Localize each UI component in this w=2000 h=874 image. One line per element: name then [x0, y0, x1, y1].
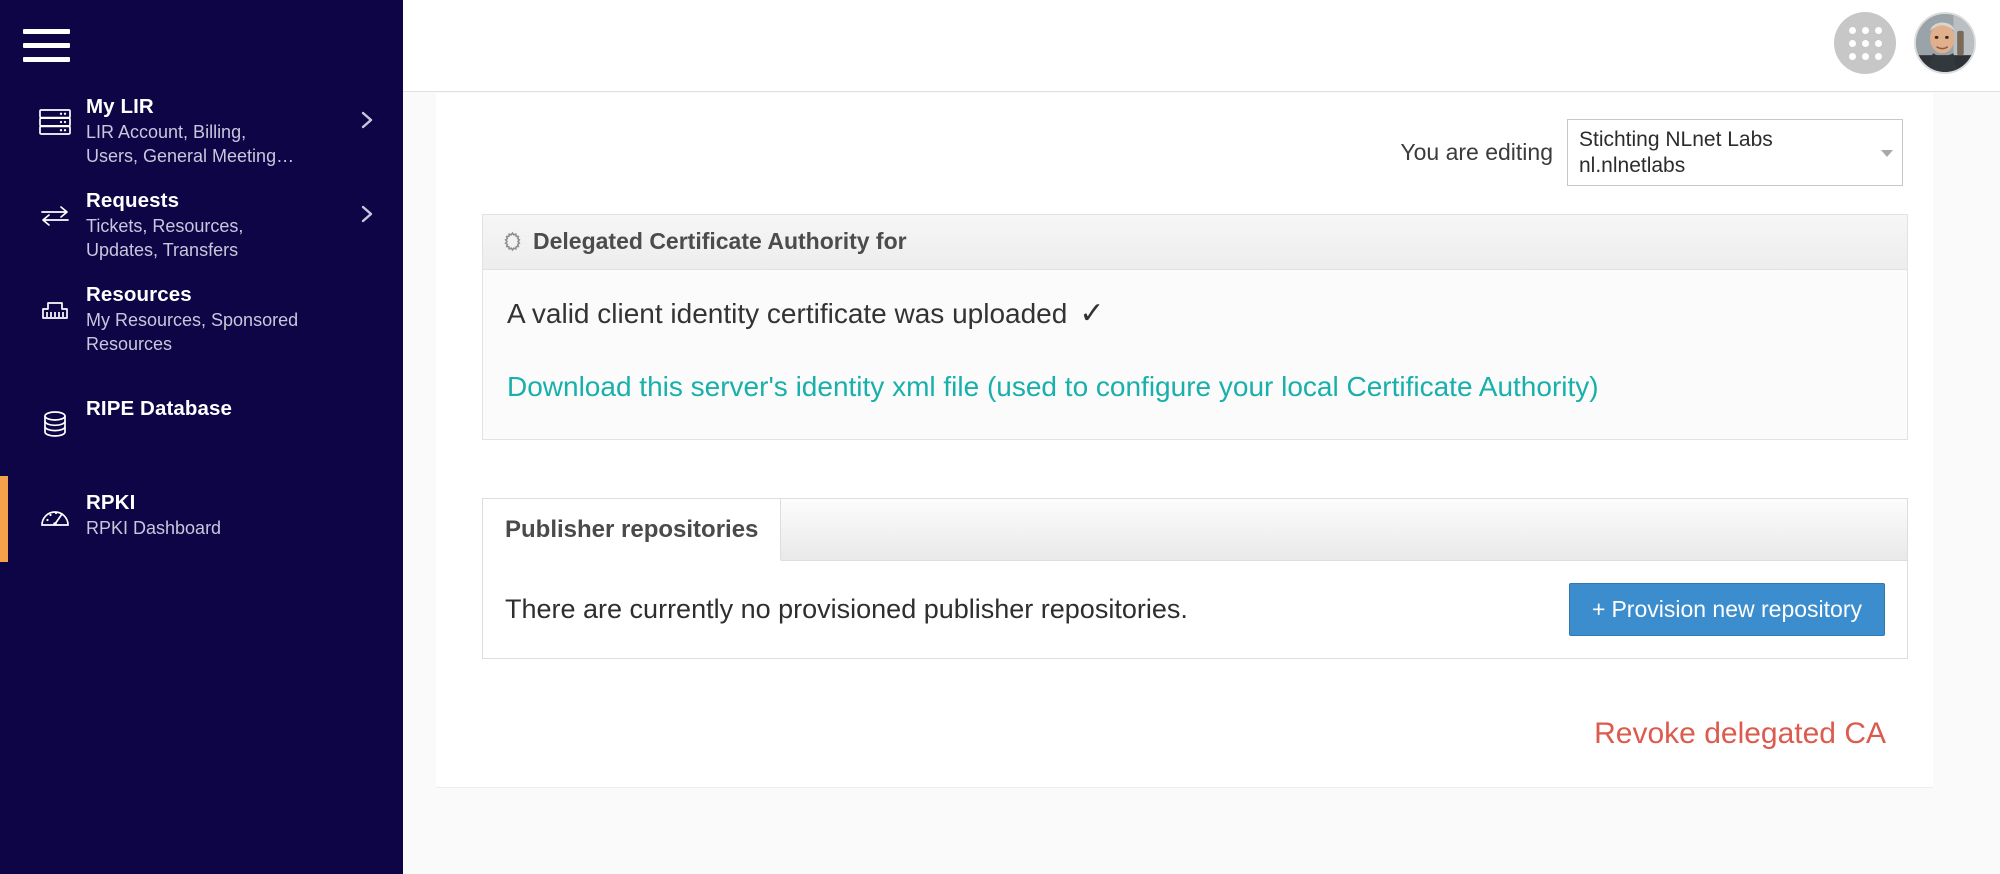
certificate-status-text: A valid client identity certificate was …	[507, 298, 1068, 330]
server-rack-icon	[24, 94, 86, 142]
check-icon: ✓	[1079, 297, 1105, 331]
chevron-right-icon[interactable]	[357, 108, 377, 132]
sidebar-item-resources[interactable]: Resources My Resources, Sponsored Resour…	[0, 282, 403, 356]
grid-dot	[1848, 39, 1856, 47]
publisher-repositories-panel: There are currently no provisioned publi…	[483, 561, 1907, 659]
main-content: You are editing Stichting NLnet Labs nl.…	[403, 93, 2000, 874]
download-identity-xml-link[interactable]: Download this server's identity xml file…	[507, 369, 1599, 405]
grid-dot	[1848, 52, 1856, 60]
hamburger-bar	[23, 42, 70, 48]
sidebar-item-text: Resources My Resources, Sponsored Resour…	[86, 282, 403, 356]
tab-publisher-repositories[interactable]: Publisher repositories	[483, 499, 782, 562]
grid-dot	[1861, 26, 1869, 34]
editing-context-row: You are editing Stichting NLnet Labs nl.…	[436, 93, 1933, 187]
sidebar-item-subtitle-line1: LIR Account, Billing,	[86, 122, 247, 142]
sidebar-item-subtitle-line1: Tickets, Resources,	[86, 216, 244, 236]
revoke-row: Revoke delegated CA	[436, 659, 1908, 787]
content-card: You are editing Stichting NLnet Labs nl.…	[436, 93, 1933, 789]
sidebar-item-title: My LIR	[86, 95, 154, 118]
sidebar-item-subtitle-line1: My Resources, Sponsored	[86, 310, 299, 330]
sidebar-nav: My LIR LIR Account, Billing, Users, Gene…	[0, 94, 403, 562]
header-actions	[1834, 12, 1976, 74]
lir-selector-name: Stichting NLnet Labs	[1579, 128, 1773, 151]
sidebar-item-subtitle-line2: Updates, Transfers	[86, 240, 239, 260]
provision-button-label: Provision new repository	[1611, 596, 1862, 623]
lir-selector[interactable]: Stichting NLnet Labs nl.nlnetlabs	[1567, 119, 1903, 187]
apps-grid-icon[interactable]	[1834, 12, 1896, 74]
sidebar-item-subtitle-line1: RPKI Dashboard	[86, 518, 222, 538]
revoke-delegated-ca-link[interactable]: Revoke delegated CA	[1594, 717, 1886, 751]
tab-strip: Publisher repositories	[483, 498, 1907, 562]
sidebar-item-text: RPKI RPKI Dashboard	[86, 490, 403, 540]
tab-strip-filler	[781, 498, 1907, 560]
sidebar-item-title: RIPE Database	[86, 397, 233, 420]
sidebar-item-title: RPKI	[86, 491, 136, 514]
grid-dot	[1874, 52, 1882, 60]
grid-dot	[1861, 52, 1869, 60]
sidebar-item-title: Requests	[86, 189, 180, 212]
editing-label: You are editing	[1400, 139, 1553, 166]
delegated-ca-panel: Delegated Certificate Authority for A va…	[482, 214, 1908, 441]
app-root: My LIR LIR Account, Billing, Users, Gene…	[0, 0, 2000, 874]
database-icon	[24, 396, 86, 444]
delegated-ca-title: Delegated Certificate Authority for	[533, 228, 907, 255]
network-port-icon	[24, 282, 86, 330]
hamburger-bar	[23, 56, 70, 62]
user-avatar-photo[interactable]	[1914, 12, 1976, 74]
grid-dot	[1874, 26, 1882, 34]
sidebar-item-title: Resources	[86, 283, 192, 306]
sidebar-item-text: Requests Tickets, Resources, Updates, Tr…	[86, 188, 403, 262]
sidebar-item-text: My LIR LIR Account, Billing, Users, Gene…	[86, 94, 403, 168]
grid-dot	[1874, 39, 1882, 47]
sidebar-item-my-lir[interactable]: My LIR LIR Account, Billing, Users, Gene…	[0, 94, 403, 168]
transfer-arrows-icon	[24, 188, 86, 236]
sidebar-item-ripe-database[interactable]: RIPE Database	[0, 396, 403, 444]
tab-label: Publisher repositories	[505, 515, 759, 543]
gauge-dashboard-icon	[24, 490, 86, 538]
chevron-right-icon[interactable]	[357, 202, 377, 226]
hamburger-menu-icon[interactable]	[23, 21, 70, 69]
delegated-ca-panel-header: Delegated Certificate Authority for	[483, 215, 1907, 271]
grid-dot	[1861, 39, 1869, 47]
certificate-status: A valid client identity certificate was …	[507, 294, 1883, 334]
empty-state-message: There are currently no provisioned publi…	[505, 594, 1188, 625]
hamburger-bar	[23, 28, 70, 34]
plus-icon: +	[1592, 596, 1606, 623]
sidebar: My LIR LIR Account, Billing, Users, Gene…	[0, 0, 403, 874]
sidebar-item-subtitle-line2: Users, General Meeting…	[86, 146, 295, 166]
avatar-image	[1916, 14, 1974, 72]
apps-grid-dots	[1848, 26, 1882, 60]
grid-dot	[1848, 26, 1856, 34]
loading-spinner-icon	[504, 231, 521, 252]
sidebar-item-subtitle-line2: Resources	[86, 334, 173, 354]
sidebar-item-text: RIPE Database	[86, 396, 403, 422]
sidebar-item-rpki[interactable]: RPKI RPKI Dashboard	[0, 476, 403, 562]
provision-new-repository-button[interactable]: + Provision new repository	[1569, 583, 1885, 637]
publisher-repositories-box: Publisher repositories There are current…	[482, 498, 1908, 660]
sidebar-item-requests[interactable]: Requests Tickets, Resources, Updates, Tr…	[0, 188, 403, 262]
chevron-down-icon	[1881, 149, 1893, 157]
delegated-ca-panel-body: A valid client identity certificate was …	[483, 270, 1907, 440]
lir-selector-handle: nl.nlnetlabs	[1579, 153, 1686, 177]
